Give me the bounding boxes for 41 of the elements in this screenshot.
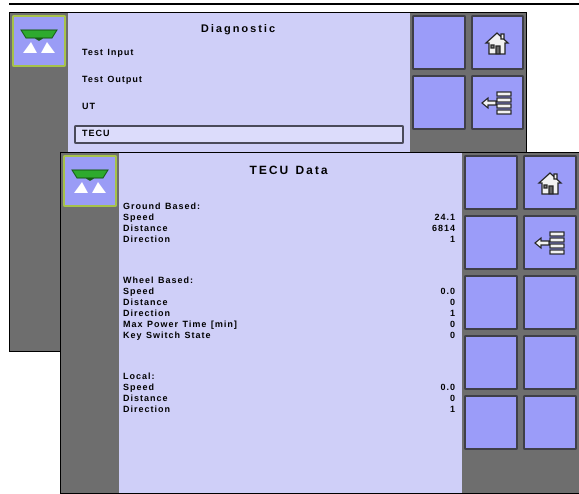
- spreader-button[interactable]: [63, 155, 117, 207]
- data-label: Speed: [123, 286, 156, 297]
- data-label: Distance: [123, 393, 169, 404]
- menu-item[interactable]: TECU: [74, 124, 404, 144]
- data-value: 6814: [432, 223, 456, 234]
- screen-title: Diagnostic: [200, 22, 278, 37]
- section-heading: Local:: [123, 371, 157, 382]
- back-list-icon: [533, 230, 567, 256]
- menu-item[interactable]: UT: [74, 98, 404, 116]
- data-value: 1: [450, 404, 456, 415]
- data-value: 0: [450, 393, 456, 404]
- soft-key[interactable]: [523, 215, 577, 270]
- data-label: Key Switch State: [123, 330, 212, 341]
- data-value: 0.0: [440, 382, 456, 393]
- spreader-button[interactable]: [12, 15, 66, 67]
- data-value: 24.1: [434, 212, 456, 223]
- data-label: Direction: [123, 404, 172, 415]
- home-icon: [537, 170, 563, 196]
- data-value: 1: [450, 308, 456, 319]
- section-heading: Wheel Based:: [123, 275, 196, 286]
- data-value: 0: [450, 319, 456, 330]
- data-value: 1: [450, 234, 456, 245]
- data-value: 0.0: [440, 286, 456, 297]
- soft-key[interactable]: [523, 155, 577, 210]
- data-label: Direction: [123, 308, 172, 319]
- soft-key[interactable]: [470, 75, 524, 130]
- section-heading: Ground Based:: [123, 201, 202, 212]
- data-label: Speed: [123, 382, 156, 393]
- data-label: Speed: [123, 212, 156, 223]
- home-icon: [484, 30, 510, 56]
- back-list-icon: [480, 90, 514, 116]
- data-label: Direction: [123, 234, 172, 245]
- data-label: Distance: [123, 297, 169, 308]
- menu-item[interactable]: Test Input: [74, 44, 404, 62]
- data-label: Max Power Time [min]: [123, 319, 238, 330]
- menu-item[interactable]: Test Output: [74, 70, 404, 90]
- data-label: Distance: [123, 223, 169, 234]
- data-value: 0: [450, 330, 456, 341]
- screen-title: TECU Data: [248, 162, 330, 179]
- soft-key[interactable]: [470, 15, 524, 70]
- data-value: 0: [450, 297, 456, 308]
